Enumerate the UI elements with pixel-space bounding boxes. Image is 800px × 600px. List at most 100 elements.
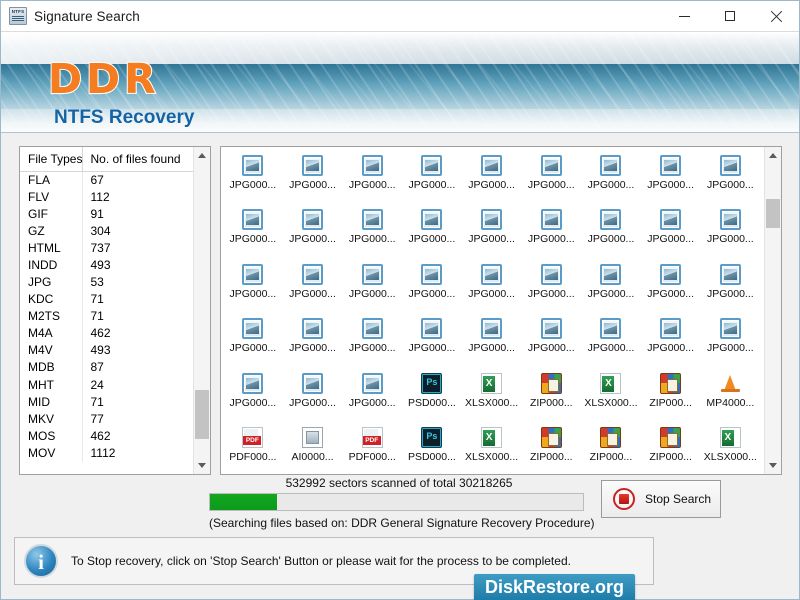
file-item[interactable]: PDF000...: [223, 423, 283, 474]
file-item[interactable]: XLSX000...: [581, 369, 641, 423]
file-item[interactable]: XLSX000...: [701, 423, 761, 474]
file-item[interactable]: AI0000...: [283, 423, 343, 474]
file-item[interactable]: JPG000...: [283, 205, 343, 259]
table-row[interactable]: MID 71: [20, 393, 193, 411]
minimize-button[interactable]: [661, 1, 707, 32]
file-item[interactable]: JPG000...: [342, 369, 402, 423]
file-types-scrollbar[interactable]: [193, 147, 210, 474]
stop-search-label: Stop Search: [645, 492, 712, 506]
main-content: File Types No. of files found FLA 67 FLV 11…: [1, 133, 799, 531]
file-item[interactable]: JPG000...: [462, 260, 522, 314]
table-row[interactable]: MHT 24: [20, 376, 193, 394]
file-item[interactable]: JPG000...: [283, 151, 343, 205]
file-item[interactable]: JPG000...: [342, 151, 402, 205]
file-types-scroll-down-button[interactable]: [194, 457, 210, 474]
table-row[interactable]: KDC 71: [20, 291, 193, 309]
file-item[interactable]: JPG000...: [462, 205, 522, 259]
file-item[interactable]: JPG000...: [521, 260, 581, 314]
file-item[interactable]: JPG000...: [402, 314, 462, 368]
table-row[interactable]: GZ 304: [20, 222, 193, 240]
table-row[interactable]: MDB 87: [20, 359, 193, 377]
table-row[interactable]: GIF 91: [20, 205, 193, 223]
file-item[interactable]: JPG000...: [701, 314, 761, 368]
file-item[interactable]: JPG000...: [521, 151, 581, 205]
file-item[interactable]: PDF000...: [342, 423, 402, 474]
file-item[interactable]: JPG000...: [223, 369, 283, 423]
table-row[interactable]: HTML 737: [20, 239, 193, 257]
file-item[interactable]: JPG000...: [581, 151, 641, 205]
maximize-button[interactable]: [707, 1, 753, 32]
file-item[interactable]: JPG000...: [581, 260, 641, 314]
close-button[interactable]: [753, 1, 799, 32]
cell-file-type: FLA: [20, 171, 83, 189]
table-row[interactable]: M4A 462: [20, 325, 193, 343]
table-row[interactable]: FLV 112: [20, 188, 193, 206]
found-files-scroll-down-button[interactable]: [765, 457, 781, 474]
file-types-scroll-up-button[interactable]: [194, 147, 210, 164]
file-item[interactable]: ZIP000...: [641, 369, 701, 423]
file-item[interactable]: JPG000...: [701, 151, 761, 205]
file-item[interactable]: JPG000...: [581, 314, 641, 368]
info-message: To Stop recovery, click on 'Stop Search'…: [71, 554, 571, 568]
footer-bar: To Stop recovery, click on 'Stop Search'…: [1, 531, 799, 600]
found-files-scrollbar[interactable]: [764, 147, 781, 474]
file-item-label: XLSX000...: [703, 450, 757, 463]
file-item[interactable]: JPG000...: [402, 205, 462, 259]
file-item[interactable]: JPG000...: [223, 314, 283, 368]
file-item[interactable]: JPG000...: [641, 260, 701, 314]
cell-file-type: M4A: [20, 325, 83, 343]
file-item[interactable]: JPG000...: [223, 260, 283, 314]
file-item[interactable]: JPG000...: [701, 260, 761, 314]
file-item[interactable]: ZIP000...: [581, 423, 641, 474]
table-row[interactable]: MOS 462: [20, 427, 193, 445]
file-item[interactable]: JPG000...: [342, 260, 402, 314]
file-item[interactable]: JPG000...: [641, 151, 701, 205]
file-item[interactable]: JPG000...: [223, 151, 283, 205]
pdf-file-icon: [361, 426, 383, 448]
found-files-scroll-up-button[interactable]: [765, 147, 781, 164]
file-item[interactable]: XLSX000...: [462, 369, 522, 423]
minimize-icon: [678, 15, 690, 17]
found-files-scroll-track[interactable]: [765, 164, 781, 457]
table-row[interactable]: MKV 77: [20, 410, 193, 428]
file-item[interactable]: MP4000...: [701, 369, 761, 423]
file-types-table-container: File Types No. of files found FLA 67 FLV 11…: [20, 147, 193, 474]
table-row[interactable]: JPG 53: [20, 273, 193, 292]
file-item[interactable]: PSD000...: [402, 369, 462, 423]
column-header-file-types[interactable]: File Types: [20, 147, 83, 172]
file-item[interactable]: PSD000...: [402, 423, 462, 474]
table-row[interactable]: M4V 493: [20, 342, 193, 360]
file-item[interactable]: JPG000...: [283, 314, 343, 368]
file-item[interactable]: JPG000...: [402, 151, 462, 205]
file-types-scroll-track[interactable]: [194, 164, 210, 457]
table-row[interactable]: FLA 67: [20, 171, 193, 189]
file-item[interactable]: ZIP000...: [641, 423, 701, 474]
table-row[interactable]: MOV 1112: [20, 444, 193, 462]
file-item[interactable]: JPG000...: [283, 260, 343, 314]
file-item[interactable]: JPG000...: [462, 314, 522, 368]
file-item[interactable]: JPG000...: [342, 205, 402, 259]
file-item[interactable]: JPG000...: [521, 314, 581, 368]
file-item[interactable]: JPG000...: [521, 205, 581, 259]
file-item[interactable]: ZIP000...: [521, 369, 581, 423]
found-files-grid[interactable]: JPG000... JPG000... JPG000... JPG000... JPG0…: [221, 147, 764, 474]
stop-search-button[interactable]: Stop Search: [601, 480, 721, 518]
file-item[interactable]: JPG000...: [342, 314, 402, 368]
file-item[interactable]: JPG000...: [701, 205, 761, 259]
table-row[interactable]: M2TS 71: [20, 308, 193, 326]
file-item-label: JPG000...: [289, 179, 336, 191]
file-item[interactable]: XLSX000...: [462, 423, 522, 474]
table-row[interactable]: INDD 493: [20, 256, 193, 274]
file-item[interactable]: JPG000...: [462, 151, 522, 205]
file-item[interactable]: JPG000...: [641, 205, 701, 259]
file-item[interactable]: ZIP000...: [521, 423, 581, 474]
file-item[interactable]: JPG000...: [402, 260, 462, 314]
cell-files-found: 462: [90, 428, 111, 443]
file-item[interactable]: JPG000...: [283, 369, 343, 423]
file-item[interactable]: JPG000...: [223, 205, 283, 259]
file-item[interactable]: JPG000...: [581, 205, 641, 259]
found-files-scroll-thumb[interactable]: [766, 199, 780, 229]
column-header-files-found[interactable]: No. of files found: [82, 147, 193, 172]
file-types-scroll-thumb[interactable]: [195, 389, 209, 440]
file-item[interactable]: JPG000...: [641, 314, 701, 368]
